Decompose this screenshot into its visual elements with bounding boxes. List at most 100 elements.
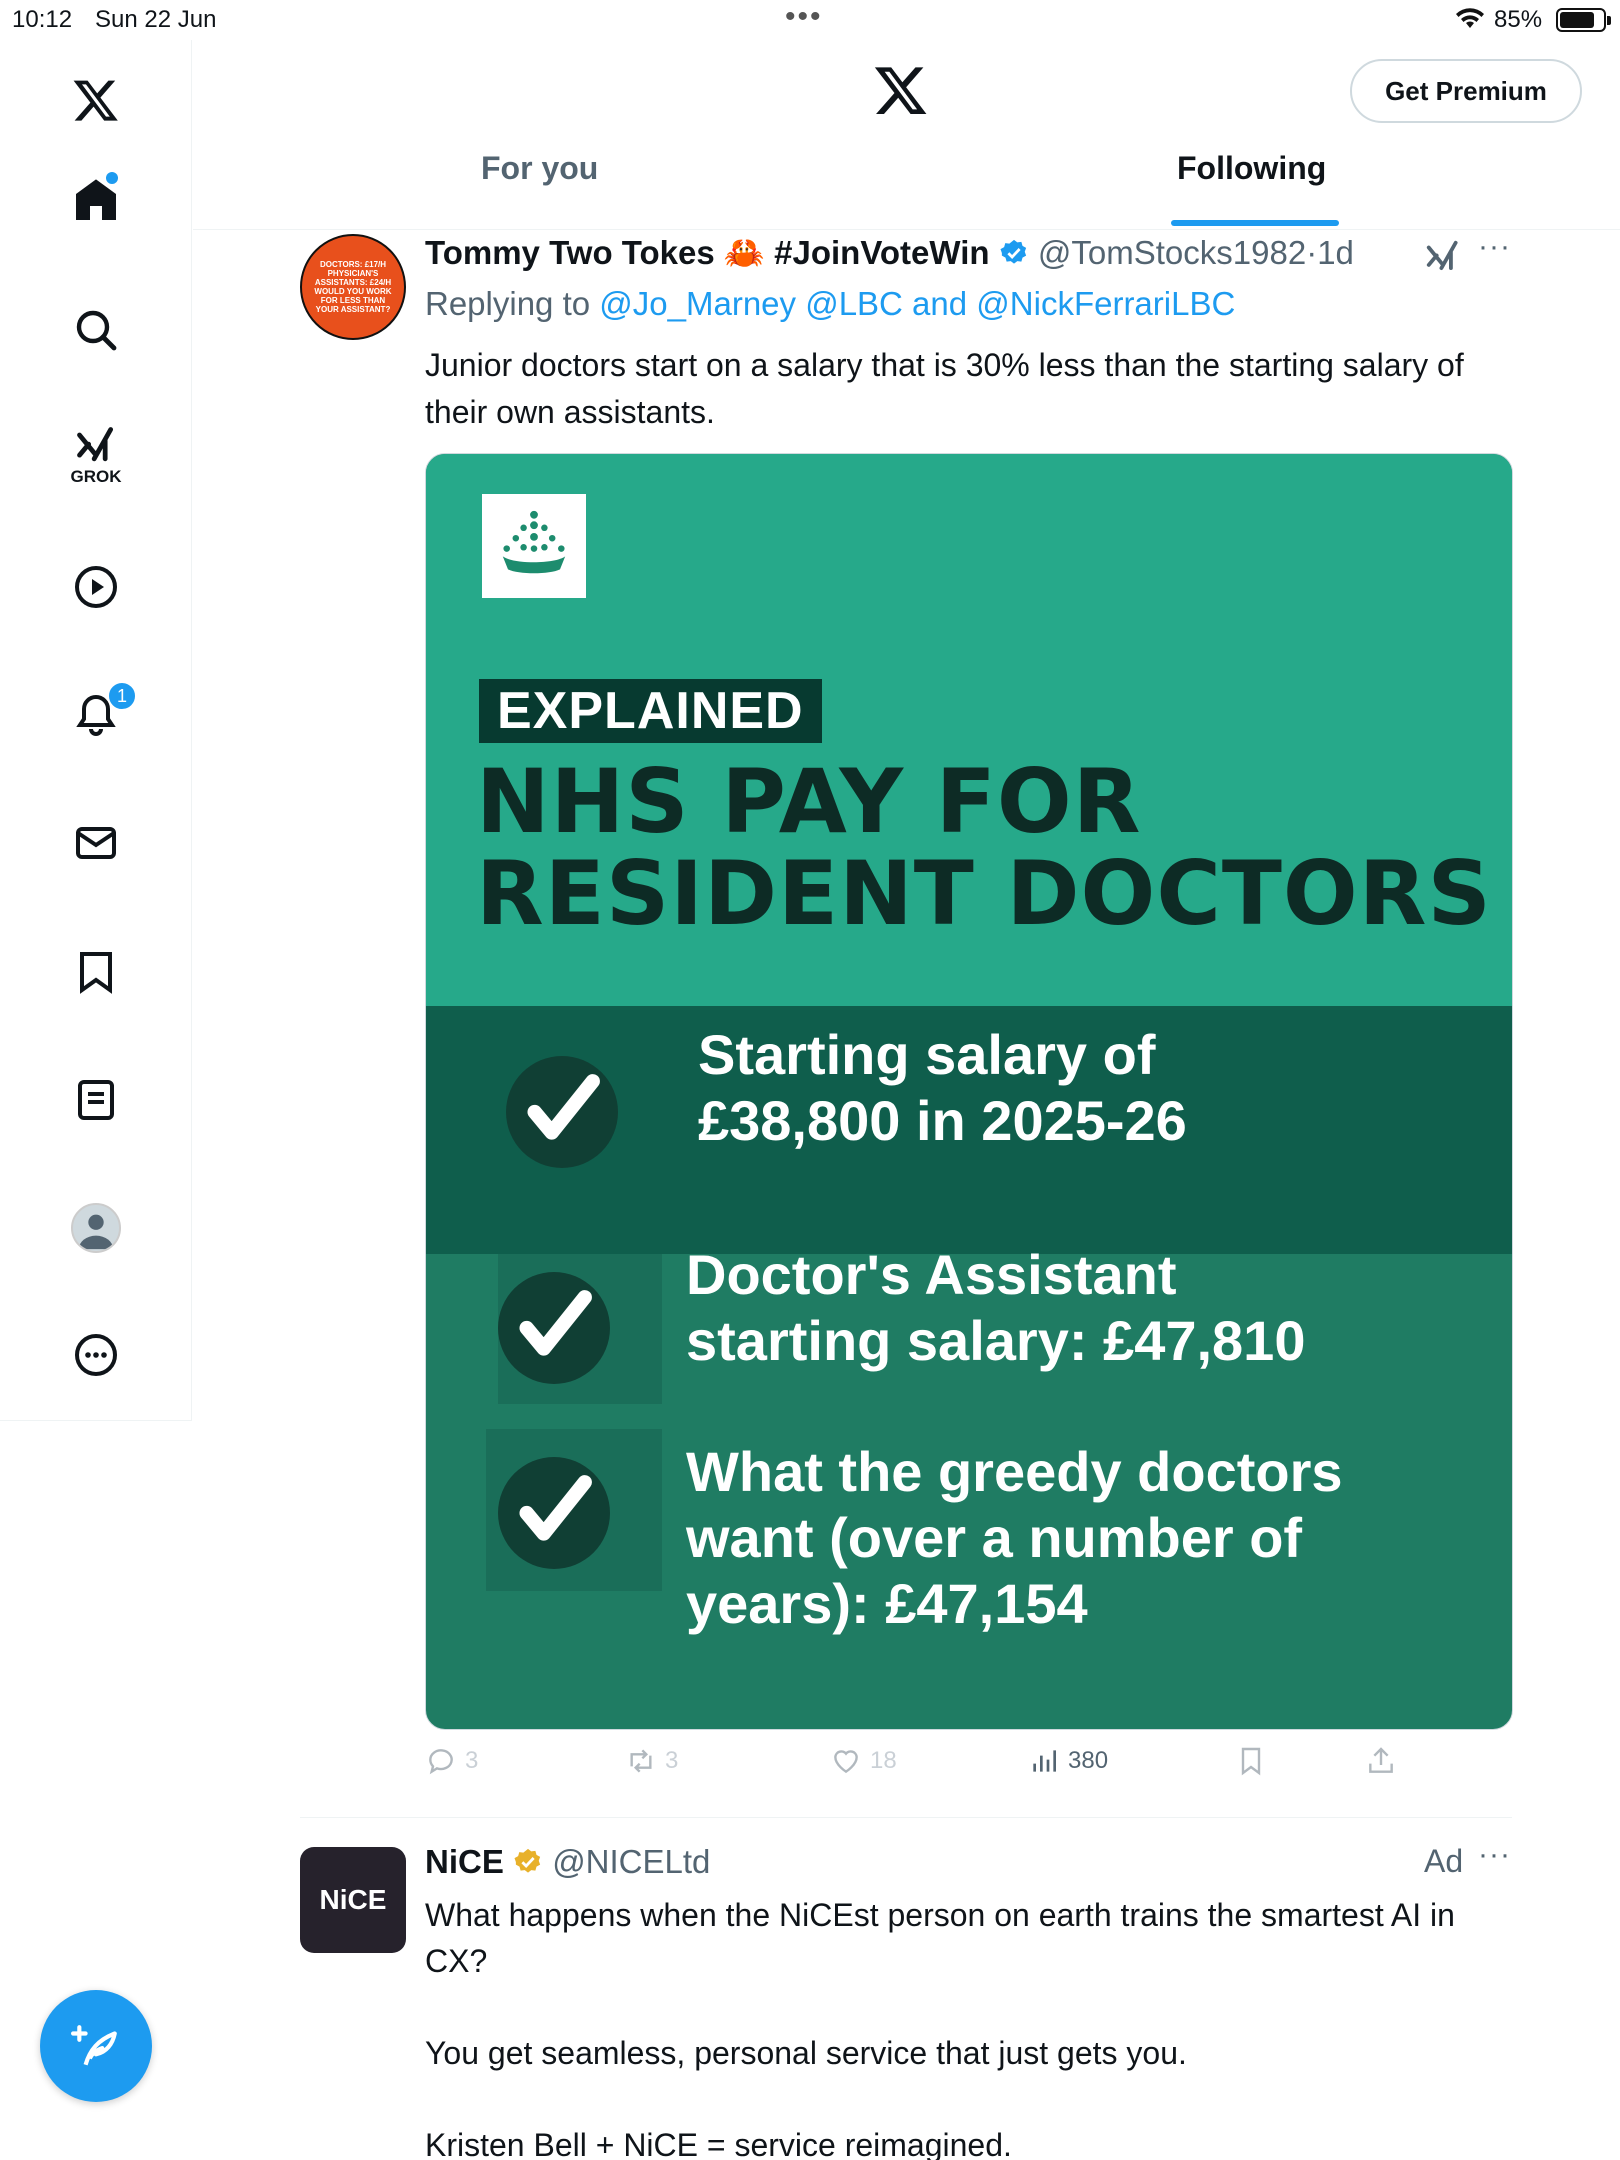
handle[interactable]: @TomStocks1982 [1038, 234, 1306, 271]
replying-mentions[interactable]: @Jo_Marney @LBC and @NickFerrariLBC [599, 285, 1235, 322]
tab-for-you[interactable]: For you [481, 150, 598, 187]
ad-paragraph: You get seamless, personal service that … [425, 2035, 1187, 2071]
sidebar-item-home[interactable] [56, 160, 136, 240]
views-button[interactable]: 380 [1028, 1745, 1108, 1777]
tweet-image[interactable]: EXPLAINED NHS PAY FOR RESIDENT DOCTORS S… [425, 453, 1513, 1730]
bookmark-icon [80, 952, 112, 994]
point-3-line-1: What the greedy doctors [686, 1440, 1343, 1503]
sidebar-item-video[interactable] [56, 547, 136, 627]
status-bar: 10:12 Sun 22 Jun ••• 85% [0, 0, 1620, 40]
point-2-line-2: starting salary: £47,810 [686, 1309, 1306, 1372]
grok-icon[interactable] [1424, 238, 1462, 276]
sidebar-item-bookmarks[interactable] [56, 932, 136, 1012]
sidebar-item-more[interactable] [56, 1315, 136, 1395]
timestamp[interactable]: 1d [1317, 234, 1354, 271]
wifi-icon [1456, 8, 1484, 28]
point-1-line-2: £38,800 in 2025-26 [698, 1089, 1187, 1152]
image-headline: NHS PAY FOR RESIDENT DOCTORS [476, 756, 1492, 940]
replying-prefix: Replying to [425, 285, 591, 322]
like-button[interactable]: 18 [830, 1745, 897, 1777]
tweet-actions: 3 3 18 380 [425, 1745, 1513, 1805]
grok-icon [77, 427, 114, 462]
sidebar-item-grok[interactable]: GROK [56, 415, 136, 495]
point-2-line-1: Doctor's Assistant [686, 1243, 1177, 1306]
tweet-text: Junior doctors start on a salary that is… [425, 347, 1464, 430]
point-1: Starting salary of £38,800 in 2025-26 [698, 1022, 1187, 1154]
notifications-badge: 1 [107, 681, 137, 711]
replying-to: Replying to @Jo_Marney @LBC and @NickFer… [425, 285, 1235, 323]
separator: · [1306, 234, 1318, 271]
more-options-icon[interactable]: ··· [1478, 230, 1511, 264]
home-unread-dot [106, 172, 118, 184]
compose-feather-icon [71, 2025, 117, 2066]
sidebar-item-lists[interactable] [56, 1060, 136, 1140]
play-icon [75, 566, 117, 608]
get-premium-button[interactable]: Get Premium [1350, 59, 1582, 123]
image-header-panel: EXPLAINED NHS PAY FOR RESIDENT DOCTORS [426, 454, 1512, 1006]
avatar[interactable]: Doctors: £17/h Physician's Assistants: £… [300, 234, 406, 340]
battery-percent: 85% [1494, 6, 1543, 33]
share-icon [1369, 1747, 1393, 1773]
reply-button[interactable]: 3 [425, 1745, 478, 1777]
repost-icon [630, 1749, 652, 1773]
display-name[interactable]: Tommy Two Tokes 🦀 #JoinVoteWin [425, 234, 990, 271]
multitasking-dots-icon[interactable]: ••• [785, 0, 823, 34]
point-1-line-1: Starting salary of [698, 1023, 1156, 1086]
crown-logo-icon [482, 494, 586, 598]
explained-tag: EXPLAINED [479, 679, 822, 743]
status-time: 10:12 [12, 6, 73, 33]
x-logo-icon[interactable] [56, 60, 136, 140]
tab-following[interactable]: Following [1177, 150, 1326, 187]
point-3: What the greedy doctors want (over a num… [686, 1439, 1343, 1637]
grok-label: GROK [70, 467, 122, 486]
tweet-text: What happens when the NiCEst person on e… [425, 1892, 1495, 2160]
tweet-header: Tommy Two Tokes 🦀 #JoinVoteWin @TomStock… [425, 234, 1354, 273]
timeline-header: Get Premium For you Following [193, 40, 1620, 230]
display-name[interactable]: NiCE [425, 1843, 504, 1880]
active-tab-indicator [1171, 220, 1339, 226]
avatar[interactable]: NiCE [300, 1847, 406, 1953]
ad-label: Ad [1424, 1843, 1464, 1879]
reply-count: 3 [465, 1747, 479, 1774]
status-date: Sun 22 Jun [95, 6, 217, 33]
compose-button[interactable] [40, 1990, 152, 2102]
views-chart-icon [1033, 1750, 1056, 1772]
x-logo-icon [874, 67, 927, 115]
mail-icon [76, 827, 116, 859]
headline-line-2: RESIDENT DOCTORS [476, 842, 1492, 945]
checkmark-icon [498, 1272, 610, 1384]
like-count: 18 [870, 1747, 897, 1774]
verified-badge-icon [1000, 239, 1026, 264]
list-icon [78, 1080, 114, 1120]
view-count: 380 [1068, 1747, 1109, 1774]
search-icon [76, 310, 117, 351]
checkmark-icon [498, 1457, 610, 1569]
ad-paragraph: Kristen Bell + NiCE = service reimagined… [425, 2127, 1012, 2160]
repost-button[interactable]: 3 [625, 1745, 678, 1777]
point-3-line-2: want (over a number of [686, 1506, 1303, 1569]
gold-verified-badge-icon [514, 1848, 541, 1873]
sidebar-item-profile[interactable] [56, 1188, 136, 1268]
heart-icon [834, 1750, 858, 1774]
reply-icon [429, 1749, 453, 1775]
checkmark-icon [506, 1056, 618, 1168]
sidebar-nav: GROK 1 [0, 40, 192, 1421]
avatar-text: Doctors: £17/h Physician's Assistants: £… [314, 260, 392, 314]
sidebar-item-messages[interactable] [56, 803, 136, 883]
divider [300, 1817, 1512, 1818]
share-button[interactable] [1365, 1745, 1397, 1777]
bookmark-icon [1241, 1747, 1261, 1776]
bookmark-button[interactable] [1235, 1745, 1267, 1777]
tweet-header: NiCE @NICELtd [425, 1843, 710, 1881]
point-3-line-3: years): £47,154 [686, 1572, 1088, 1635]
battery-icon [1556, 8, 1611, 32]
sidebar-item-notifications[interactable]: 1 [56, 675, 137, 755]
repost-count: 3 [665, 1747, 679, 1774]
more-options-icon[interactable]: ··· [1478, 1838, 1511, 1872]
more-circle-icon [75, 1334, 117, 1376]
headline-line-1: NHS PAY FOR [476, 750, 1142, 853]
ad-paragraph: What happens when the NiCEst person on e… [425, 1897, 1455, 1979]
handle[interactable]: @NICELtd [552, 1843, 710, 1880]
avatar [71, 1203, 121, 1253]
sidebar-item-explore[interactable] [56, 290, 136, 370]
